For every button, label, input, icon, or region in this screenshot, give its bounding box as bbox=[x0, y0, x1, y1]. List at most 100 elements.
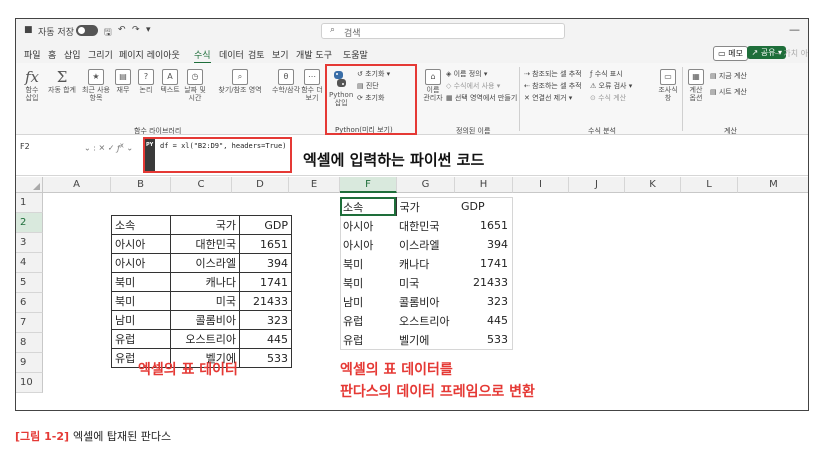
save-icon[interactable]: 🖫 bbox=[104, 25, 112, 41]
formula-input[interactable]: df = xl("B2:D9", headers=True) bbox=[160, 142, 286, 150]
table-cell[interactable]: 유럽 bbox=[111, 329, 171, 349]
show-formulas-button[interactable]: ƒ 수식 표시 bbox=[590, 69, 623, 79]
calculate-sheet-button[interactable]: ▤ 시트 계산 bbox=[710, 87, 747, 97]
calculate-now-button[interactable]: ▤ 지금 계산 bbox=[710, 71, 747, 81]
table-cell[interactable]: 445 bbox=[456, 311, 511, 330]
column-header-b[interactable]: B bbox=[111, 177, 171, 193]
table-cell[interactable]: 394 bbox=[239, 253, 292, 273]
row-header-6[interactable]: 6 bbox=[16, 293, 43, 313]
table-cell[interactable]: 아시아 bbox=[340, 216, 396, 235]
table-cell[interactable]: 이스라엘 bbox=[170, 253, 240, 273]
table-cell[interactable]: 미국 bbox=[170, 291, 240, 311]
name-manager-button[interactable]: ⌂ 이름 관리자 bbox=[421, 69, 445, 102]
autosum-button[interactable]: Σ 자동 합계 bbox=[46, 69, 78, 94]
row-header-2[interactable]: 2 bbox=[16, 213, 43, 233]
tab-file[interactable]: 파일 bbox=[24, 48, 41, 61]
fx-icon[interactable]: ƒx bbox=[117, 141, 124, 153]
table-cell[interactable]: 1651 bbox=[239, 234, 292, 254]
redo-icon[interactable]: ↷ bbox=[132, 25, 140, 35]
python-insert-button[interactable]: Python 삽입 bbox=[329, 91, 353, 107]
column-header-i[interactable]: I bbox=[513, 177, 569, 193]
row-header-3[interactable]: 3 bbox=[16, 233, 43, 253]
confirm-icon[interactable]: ✓ bbox=[108, 144, 115, 153]
table-cell[interactable]: 아시아 bbox=[340, 235, 396, 254]
text-button[interactable]: A 텍스트 bbox=[158, 69, 182, 94]
table-cell[interactable]: 이스라엘 bbox=[396, 235, 456, 254]
table-cell[interactable]: 533 bbox=[239, 348, 292, 368]
extra-menu[interactable]: ~ 가치 아 bbox=[774, 48, 808, 59]
table-cell[interactable]: 남미 bbox=[111, 310, 171, 330]
table-cell[interactable]: 아시아 bbox=[111, 234, 171, 254]
memo-button[interactable]: ▭ 메모 bbox=[713, 46, 748, 61]
table-cell[interactable]: 유럽 bbox=[340, 330, 396, 349]
watch-window-button[interactable]: ▭ 조사식 창 bbox=[656, 69, 680, 102]
table-cell[interactable]: 미국 bbox=[396, 273, 456, 292]
table-cell[interactable]: 캐나다 bbox=[396, 254, 456, 273]
trace-precedents-button[interactable]: ⇢ 참조되는 셀 추적 bbox=[524, 69, 582, 79]
table-cell[interactable]: 오스트리아 bbox=[396, 311, 456, 330]
remove-arrows-button[interactable]: ✕ 연결선 제거 ▾ bbox=[524, 93, 572, 103]
row-header-1[interactable]: 1 bbox=[16, 193, 43, 213]
table-cell[interactable]: 대한민국 bbox=[396, 216, 456, 235]
column-header-d[interactable]: D bbox=[232, 177, 289, 193]
python-init-button[interactable]: ↺ 초기화 ▾ bbox=[357, 69, 390, 79]
column-header-f[interactable]: F bbox=[340, 177, 397, 193]
evaluate-formula-button[interactable]: ⊙ 수식 계산 bbox=[590, 93, 626, 103]
table-cell[interactable]: 1741 bbox=[456, 254, 511, 273]
more-functions-button[interactable]: ⋯ 함수 더 보기 bbox=[301, 69, 323, 102]
lookup-reference-button[interactable]: ⌕ 찾기/참조 영역 bbox=[209, 69, 271, 94]
tab-home[interactable]: 홈 bbox=[48, 48, 56, 61]
table-cell[interactable]: 1741 bbox=[239, 272, 292, 292]
python-diagnostics-button[interactable]: ▤ 진단 bbox=[357, 81, 379, 91]
undo-icon[interactable]: ↶ bbox=[118, 25, 126, 35]
column-header-l[interactable]: L bbox=[681, 177, 738, 193]
date-time-button[interactable]: ◷ 날짜 및 시간 bbox=[183, 69, 207, 102]
column-header-e[interactable]: E bbox=[289, 177, 340, 193]
column-header-a[interactable]: A bbox=[43, 177, 111, 193]
table-cell[interactable]: 국가 bbox=[170, 215, 240, 235]
tab-data[interactable]: 데이터 bbox=[219, 48, 244, 61]
table-cell[interactable]: 캐나다 bbox=[170, 272, 240, 292]
column-header-c[interactable]: C bbox=[171, 177, 232, 193]
column-header-k[interactable]: K bbox=[625, 177, 681, 193]
column-header-m[interactable]: M bbox=[738, 177, 808, 193]
table-cell[interactable]: 유럽 bbox=[340, 311, 396, 330]
tab-insert[interactable]: 삽입 bbox=[64, 48, 81, 61]
tab-page-layout[interactable]: 페이지 레이아웃 bbox=[119, 48, 180, 61]
tab-help[interactable]: 도움말 bbox=[343, 48, 368, 61]
table-cell[interactable]: 벨기에 bbox=[396, 330, 456, 349]
calculation-options-button[interactable]: ▦ 계산 옵션 bbox=[684, 69, 708, 102]
row-header-8[interactable]: 8 bbox=[16, 333, 43, 353]
table-cell[interactable]: 445 bbox=[239, 329, 292, 349]
recent-functions-button[interactable]: ★ 최근 사용 항목 bbox=[80, 69, 112, 102]
table-cell[interactable]: 323 bbox=[456, 292, 511, 311]
table-cell[interactable]: GDP bbox=[239, 215, 292, 235]
use-in-formula-button[interactable]: ◇ 수식에서 사용 ▾ bbox=[446, 81, 500, 91]
table-cell[interactable]: 533 bbox=[456, 330, 511, 349]
table-cell[interactable]: 394 bbox=[456, 235, 511, 254]
table-cell[interactable]: 21433 bbox=[456, 273, 511, 292]
trace-dependents-button[interactable]: ⇠ 참조하는 셀 추적 bbox=[524, 81, 582, 91]
table-cell[interactable]: 남미 bbox=[340, 292, 396, 311]
table-cell[interactable]: 콜롬비아 bbox=[170, 310, 240, 330]
tab-developer[interactable]: 개발 도구 bbox=[296, 48, 332, 61]
row-header-9[interactable]: 9 bbox=[16, 353, 43, 373]
autosave-toggle[interactable] bbox=[76, 25, 98, 36]
table-cell[interactable]: 국가 bbox=[395, 197, 456, 216]
row-header-5[interactable]: 5 bbox=[16, 273, 43, 293]
create-from-selection-button[interactable]: ▦ 선택 영역에서 만들기 bbox=[446, 93, 517, 103]
tab-view[interactable]: 보기 bbox=[272, 48, 289, 61]
table-cell[interactable]: 북미 bbox=[340, 273, 396, 292]
define-name-button[interactable]: ◈ 이름 정의 ▾ bbox=[446, 69, 487, 79]
python-reset-button[interactable]: ⟳ 초기화 bbox=[357, 93, 384, 103]
tab-review[interactable]: 검토 bbox=[248, 48, 265, 61]
select-all-corner[interactable] bbox=[16, 177, 43, 193]
minimize-button[interactable]: — bbox=[789, 23, 800, 36]
name-box[interactable]: F2 bbox=[20, 142, 30, 151]
column-header-g[interactable]: G bbox=[397, 177, 455, 193]
tab-draw[interactable]: 그리기 bbox=[88, 48, 113, 61]
table-cell[interactable]: 북미 bbox=[340, 254, 396, 273]
table-cell[interactable]: 323 bbox=[239, 310, 292, 330]
table-cell[interactable]: 대한민국 bbox=[170, 234, 240, 254]
chevron-down-icon[interactable]: ⌄ bbox=[84, 144, 91, 153]
